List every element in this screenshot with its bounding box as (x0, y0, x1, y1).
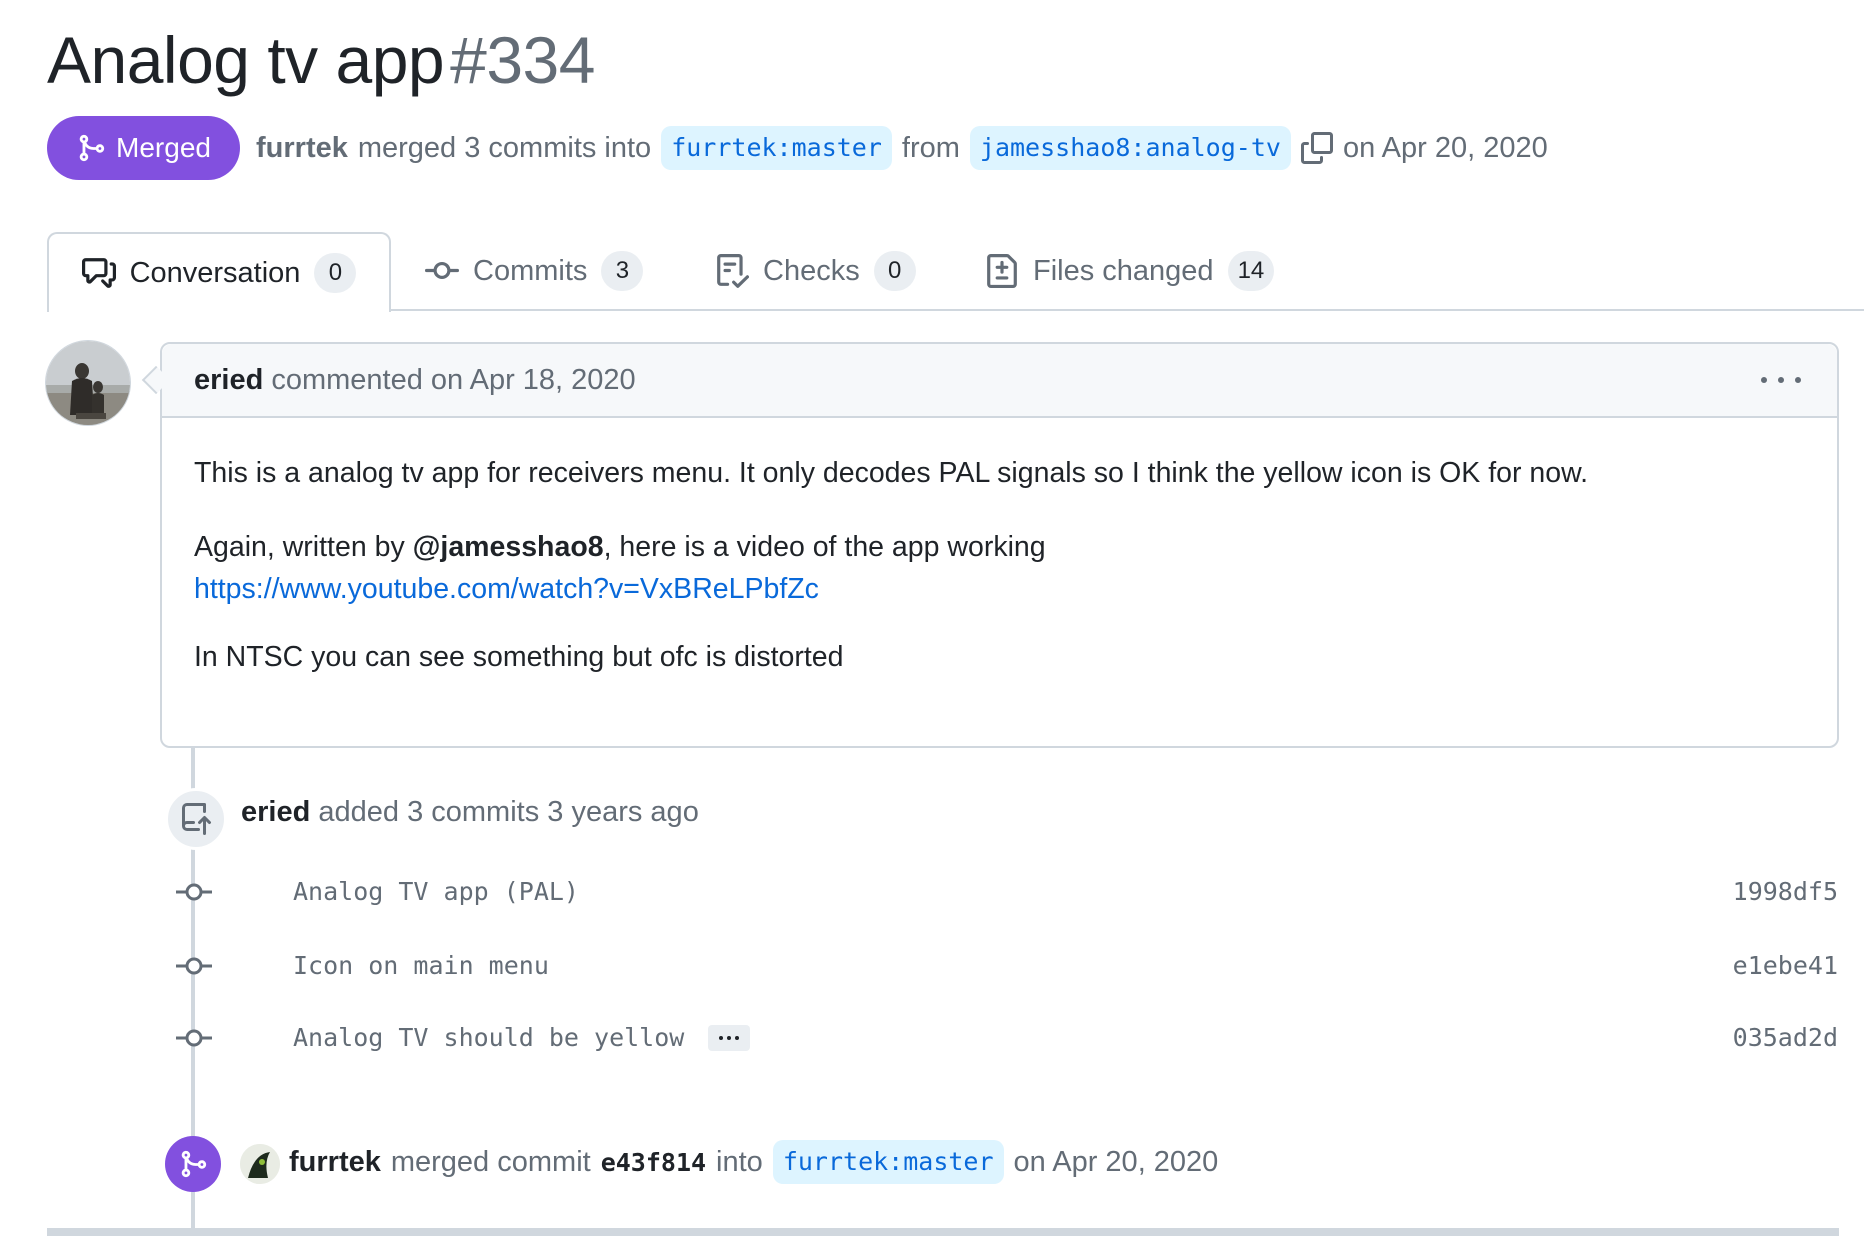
base-branch-label[interactable]: furrtek:master (661, 126, 892, 170)
event-author[interactable]: furrtek (289, 1146, 381, 1179)
comment-paragraph: In NTSC you can see something but ofc is… (194, 641, 844, 673)
commit-row: Analog TV should be yellow 035ad2d (0, 1018, 1864, 1058)
state-label: Merged (116, 132, 211, 163)
kebab-menu-icon[interactable] (1761, 362, 1801, 398)
git-commit-icon (176, 883, 212, 901)
avatar[interactable] (240, 1144, 280, 1184)
commit-sha[interactable]: 035ad2d (1733, 1018, 1838, 1058)
file-diff-icon (987, 254, 1017, 288)
repo-push-icon (165, 788, 227, 850)
tab-counter: 3 (601, 251, 644, 291)
avatar[interactable] (45, 340, 131, 426)
tab-commits[interactable]: Commits 3 (425, 232, 644, 310)
commit-row: Icon on main menu e1ebe41 (0, 946, 1864, 986)
event-action: merged commit (390, 1145, 591, 1178)
comment-text: Again, written by (194, 531, 413, 563)
video-link[interactable]: https://www.youtube.com/watch?v=VxBReLPb… (194, 573, 819, 605)
tab-label: Checks (763, 254, 860, 287)
comment-action[interactable]: commented on Apr 18, 2020 (271, 364, 635, 397)
tab-label: Files changed (1033, 254, 1214, 287)
from-text: from (901, 131, 960, 164)
tab-counter: 0 (314, 253, 357, 293)
commit-message[interactable]: Analog TV app (PAL) (293, 872, 579, 912)
merged-state-badge: Merged (47, 116, 240, 180)
into-text: into (716, 1145, 763, 1178)
pr-title-text: Analog tv app (47, 23, 445, 97)
user-mention[interactable]: @jamesshao8 (413, 531, 604, 563)
tab-counter: 14 (1227, 251, 1275, 291)
git-commit-icon (176, 957, 212, 975)
comment-discussion-icon (81, 258, 116, 288)
tab-counter: 0 (873, 251, 916, 291)
git-commit-icon (425, 261, 459, 279)
merge-commit-sha[interactable]: e43f814 (601, 1148, 706, 1177)
tab-label: Conversation (129, 256, 301, 289)
pr-author-link[interactable]: furrtek (256, 132, 348, 165)
expand-message-button[interactable] (708, 1025, 751, 1051)
commit-sha[interactable]: e1ebe41 (1733, 946, 1838, 986)
base-branch-label[interactable]: furrtek:master (772, 1140, 1004, 1184)
commit-row: Analog TV app (PAL) 1998df5 (0, 872, 1864, 912)
comment-author[interactable]: eried (194, 364, 263, 397)
merge-date: on Apr 20, 2020 (1013, 1145, 1219, 1178)
tab-checks[interactable]: Checks 0 (715, 232, 916, 310)
comment-paragraph: This is a analog tv app for receivers me… (194, 457, 1589, 489)
pr-title: Analog tv app#334 (47, 22, 595, 98)
checklist-icon (717, 254, 749, 288)
comment-paragraph: Again, written by @jamesshao8, here is a… (194, 526, 1805, 610)
comment-box: eried commented on Apr 18, 2020 This is … (160, 342, 1839, 748)
pr-date: on Apr 20, 2020 (1342, 131, 1548, 164)
comment-header: eried commented on Apr 18, 2020 (162, 344, 1837, 418)
tab-conversation[interactable]: Conversation 0 (47, 232, 391, 312)
commit-sha[interactable]: 1998df5 (1733, 872, 1838, 912)
commits-added-event: eried added 3 commits 3 years ago (241, 792, 699, 832)
pr-meta: furrtek merged 3 commits into furrtek:ma… (256, 116, 1548, 180)
git-merge-icon (79, 134, 105, 162)
tab-files-changed[interactable]: Files changed 14 (985, 232, 1275, 310)
pr-action-text: merged 3 commits into (357, 131, 652, 164)
merge-event: furrtek merged commit e43f814 into furrt… (289, 1138, 1218, 1186)
copy-icon[interactable] (1300, 132, 1333, 164)
timeline-divider (47, 1228, 1839, 1236)
event-author[interactable]: eried (241, 796, 310, 828)
pr-number: #334 (450, 23, 595, 97)
comment-text: , here is a video of the app working (603, 531, 1046, 563)
git-merge-icon (165, 1136, 221, 1192)
comment-body: This is a analog tv app for receivers me… (162, 418, 1837, 744)
git-commit-icon (176, 1029, 212, 1047)
commit-message[interactable]: Icon on main menu (293, 946, 549, 986)
tab-label: Commits (473, 254, 588, 287)
commit-message[interactable]: Analog TV should be yellow (293, 1018, 751, 1058)
event-action: added 3 commits 3 years ago (318, 796, 699, 828)
head-branch-label[interactable]: jamesshao8:analog-tv (969, 126, 1291, 170)
